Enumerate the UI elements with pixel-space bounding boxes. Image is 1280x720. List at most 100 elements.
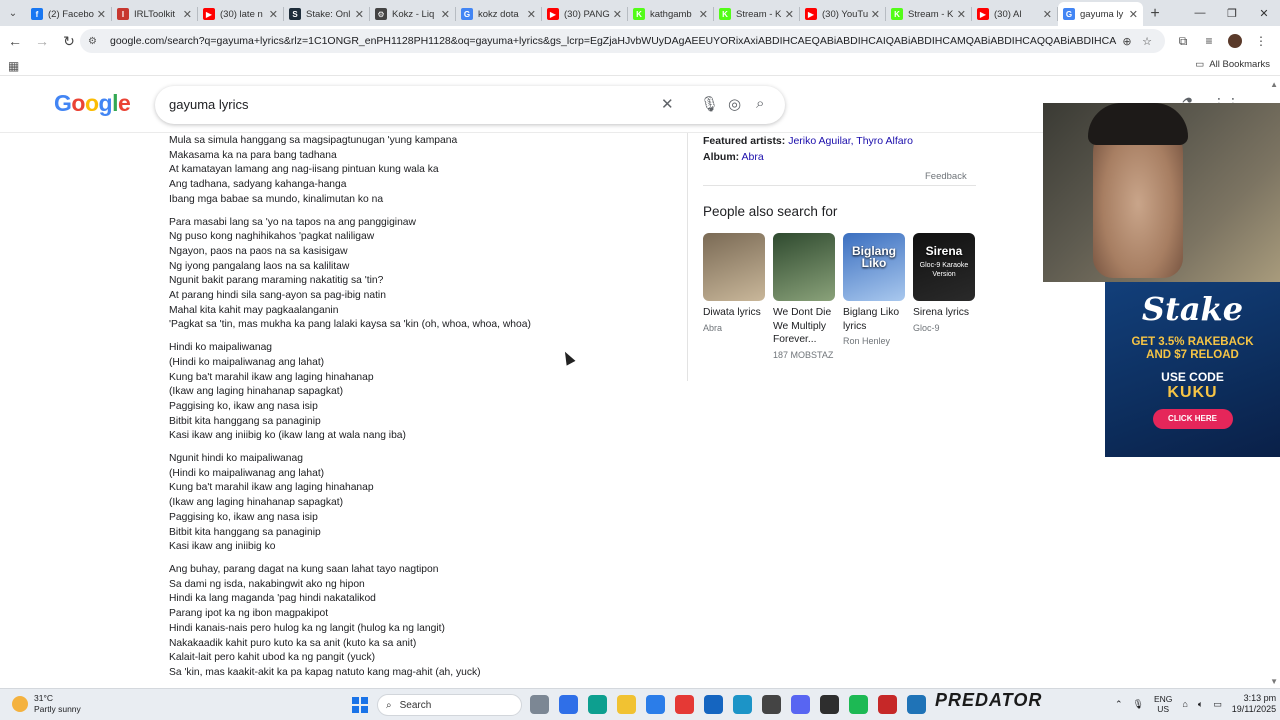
taskbar-app-icon[interactable]	[559, 695, 578, 714]
profile-avatar[interactable]	[1228, 34, 1242, 48]
close-tab-icon[interactable]: ✕	[1043, 8, 1052, 21]
taskbar-app-icon[interactable]	[820, 695, 839, 714]
taskbar-app-icon[interactable]	[530, 695, 549, 714]
taskbar-app-icon[interactable]	[675, 695, 694, 714]
battery-icon[interactable]: ▭	[1213, 699, 1222, 710]
search-item-title[interactable]: Sirena lyrics	[913, 306, 975, 320]
tab[interactable]: S Stake: Onl ✕	[284, 2, 369, 26]
search-item-title[interactable]: Diwata lyrics	[703, 306, 765, 320]
minimize-icon[interactable]: —	[1184, 0, 1216, 26]
tab[interactable]: I IRLToolkit ✕	[112, 2, 197, 26]
tab[interactable]: ▶ (30) YouTu ✕	[800, 2, 885, 26]
tab[interactable]: Gkokz dota ✕	[456, 2, 541, 26]
scroll-up-arrow[interactable]: ▲	[1270, 80, 1278, 89]
search-query[interactable]: gayuma lyrics	[169, 97, 248, 112]
zoom-icon[interactable]: ⊕	[1117, 35, 1137, 48]
taskbar-app-icon[interactable]	[849, 695, 868, 714]
forward-icon[interactable]: →	[30, 29, 54, 53]
volume-icon[interactable]: 🔈︎	[1198, 699, 1203, 710]
search-thumbnail[interactable]	[703, 233, 765, 301]
site-info-icon[interactable]: ⚙	[88, 36, 102, 47]
search-thumbnail[interactable]: Biglang Liko	[843, 233, 905, 301]
close-window-icon[interactable]: ✕	[1248, 0, 1280, 26]
tab[interactable]: f (2) Facebook✕	[26, 2, 111, 26]
close-tab-icon[interactable]: ✕	[97, 8, 106, 21]
search-thumbnail[interactable]	[773, 233, 835, 301]
chrome-menu-icon[interactable]: ⋮	[1248, 29, 1274, 53]
stake-icon: S	[289, 8, 301, 20]
people-also-search-item[interactable]: We Dont Die We Multiply Forever... 187 MO…	[773, 233, 835, 362]
tab[interactable]: ▶ (30) late n ✕	[198, 2, 283, 26]
search-thumbnail[interactable]: Sirena Gloc-9 Karaoke Version	[913, 233, 975, 301]
close-tab-icon[interactable]: ✕	[269, 8, 278, 21]
tab-search-icon[interactable]: ⌄	[0, 0, 26, 26]
tab[interactable]: ⚙ Kokz - Liq ✕	[370, 2, 455, 26]
tab[interactable]: ▶ (30) Al ✕	[972, 2, 1057, 26]
extensions-icon[interactable]: ⧉	[1170, 29, 1196, 53]
taskbar-app-icon[interactable]	[646, 695, 665, 714]
close-tab-icon[interactable]: ✕	[871, 8, 880, 21]
webcam-overlay	[1043, 103, 1280, 282]
tab[interactable]: K Stream - K ✕	[714, 2, 799, 26]
close-tab-icon[interactable]: ✕	[527, 8, 536, 21]
media-control-icon[interactable]: ≡	[1196, 29, 1222, 53]
taskbar-app-icon[interactable]	[791, 695, 810, 714]
feedback-link[interactable]: Feedback	[925, 171, 967, 182]
stake-ad-banner[interactable]: Stake GET 3.5% RAKEBACK AND $7 RELOAD US…	[1105, 282, 1280, 457]
all-bookmarks-button[interactable]: ▭ All Bookmarks	[1195, 59, 1270, 70]
tray-chevron-icon[interactable]: ⌃	[1115, 699, 1123, 710]
search-icon[interactable]: ⌕	[756, 95, 764, 112]
tab-title: IRLToolkit	[134, 8, 176, 20]
network-icon[interactable]: ⌂	[1182, 699, 1187, 709]
windows-start-icon[interactable]	[352, 697, 368, 713]
bookmark-star-icon[interactable]: ☆	[1137, 35, 1157, 48]
close-tab-icon[interactable]: ✕	[613, 8, 622, 21]
tab-active[interactable]: Ggayuma ly ✕	[1058, 2, 1143, 26]
search-item-title[interactable]: Biglang Liko lyrics	[843, 306, 905, 333]
tray-mic-icon[interactable]: 🎙︎	[1133, 699, 1144, 710]
taskbar-app-icon[interactable]	[588, 695, 607, 714]
lens-icon[interactable]: ◎	[728, 95, 741, 113]
people-also-search-item[interactable]: Biglang Liko Biglang Liko lyrics Ron Henle…	[843, 233, 905, 362]
close-tab-icon[interactable]: ✕	[699, 8, 708, 21]
tab[interactable]: Kkathgamb ✕	[628, 2, 713, 26]
maximize-icon[interactable]: ❐	[1216, 0, 1248, 26]
search-box[interactable]: gayuma lyrics ✕ 🎙︎ ◎ ⌕	[155, 86, 785, 124]
clear-search-icon[interactable]: ✕	[661, 95, 674, 113]
lyric-line: Ang tadhana, sadyang kahanga-hanga	[169, 179, 347, 191]
close-tab-icon[interactable]: ✕	[1129, 8, 1138, 21]
clock[interactable]: 3:13 pm 19/11/2025	[1232, 693, 1276, 715]
google-icon: G	[461, 8, 473, 20]
taskbar-search[interactable]: ⌕ Search	[377, 694, 522, 716]
people-also-search-item[interactable]: Diwata lyrics Abra	[703, 233, 765, 362]
album-link[interactable]: Abra	[742, 151, 764, 163]
close-tab-icon[interactable]: ✕	[355, 8, 364, 21]
language-indicator[interactable]: ENG US	[1154, 694, 1172, 714]
new-tab-button[interactable]: +	[1143, 2, 1167, 26]
search-item-title[interactable]: We Dont Die We Multiply Forever...	[773, 306, 835, 347]
lyric-line: Mula sa simula hanggang sa magsipagtunug…	[169, 135, 458, 146]
google-logo[interactable]: Google	[54, 90, 131, 117]
close-tab-icon[interactable]: ✕	[785, 8, 794, 21]
taskbar-app-icon[interactable]	[878, 695, 897, 714]
taskbar-app-icon[interactable]	[907, 695, 926, 714]
tab[interactable]: ▶ (30) PANG ✕	[542, 2, 627, 26]
taskbar-app-icon[interactable]	[617, 695, 636, 714]
taskbar-app-icon[interactable]	[762, 695, 781, 714]
taskbar-app-icon[interactable]	[704, 695, 723, 714]
address-bar[interactable]: ⚙ google.com/search?q=gayuma+lyrics&rlz=…	[80, 29, 1165, 53]
weather-widget[interactable]: 31°C Partly sunny	[12, 693, 81, 715]
reload-icon[interactable]: ↻	[57, 29, 81, 53]
people-also-search-item[interactable]: Sirena Gloc-9 Karaoke Version Sirena lyric…	[913, 233, 975, 362]
back-icon[interactable]: ←	[3, 29, 27, 53]
close-tab-icon[interactable]: ✕	[183, 8, 192, 21]
tab[interactable]: K Stream - K ✕	[886, 2, 971, 26]
ad-click-here-button[interactable]: CLICK HERE	[1152, 409, 1233, 429]
microphone-icon[interactable]: 🎙︎	[700, 95, 719, 113]
close-tab-icon[interactable]: ✕	[441, 8, 450, 21]
taskbar-app-icon[interactable]	[733, 695, 752, 714]
apps-grid-icon[interactable]: ▦	[8, 59, 19, 73]
scroll-down-arrow[interactable]: ▼	[1270, 677, 1278, 686]
featured-artists-link[interactable]: Jeriko Aguilar, Thyro Alfaro	[788, 135, 913, 147]
close-tab-icon[interactable]: ✕	[957, 8, 966, 21]
